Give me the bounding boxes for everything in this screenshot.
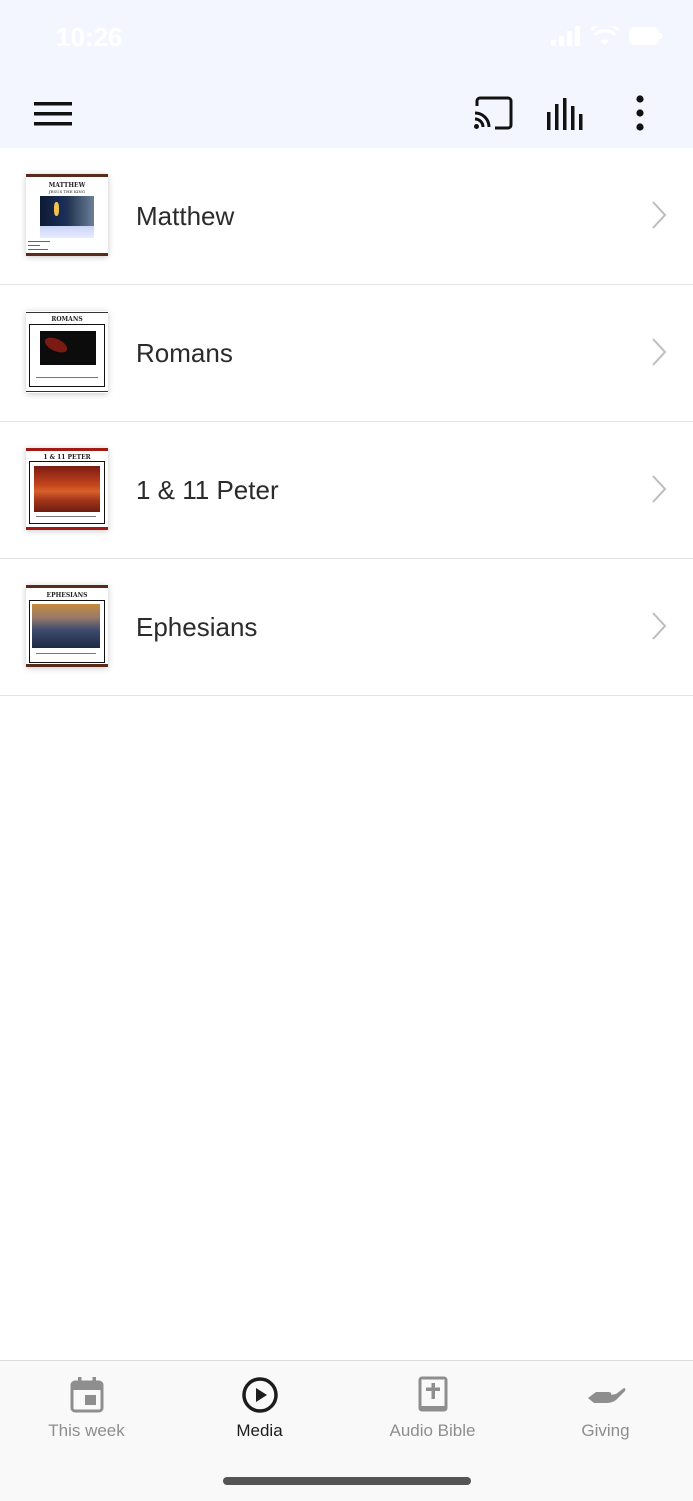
tab-this-week[interactable]: This week bbox=[0, 1361, 173, 1457]
chevron-right-icon bbox=[652, 612, 667, 640]
cover-title: ROMANS bbox=[51, 316, 83, 323]
tab-giving[interactable]: Giving bbox=[519, 1361, 692, 1457]
cast-button[interactable] bbox=[468, 90, 518, 136]
tab-label: Giving bbox=[581, 1421, 630, 1440]
media-title: Romans bbox=[136, 338, 233, 368]
chevron-right-icon bbox=[652, 475, 667, 503]
menu-button[interactable] bbox=[30, 94, 76, 134]
ephesians-cover-image: EPHESIANS bbox=[26, 585, 108, 667]
cover-subtitle: JESUS THE KING bbox=[48, 189, 86, 194]
chevron-right-icon bbox=[652, 338, 667, 366]
media-title: Matthew bbox=[136, 201, 235, 231]
status-time: 10:26 bbox=[56, 22, 123, 52]
media-row-romans[interactable]: ROMANS Romans bbox=[0, 285, 693, 422]
calendar-icon bbox=[70, 1377, 103, 1413]
bible-icon bbox=[418, 1376, 447, 1412]
tab-media[interactable]: Media bbox=[173, 1361, 346, 1457]
equalizer-icon bbox=[547, 98, 583, 130]
status-icons bbox=[551, 26, 663, 46]
more-vertical-icon bbox=[636, 95, 644, 131]
tab-label: Audio Bible bbox=[389, 1421, 476, 1440]
cover-title: MATTHEW bbox=[48, 182, 86, 189]
audio-player-button[interactable] bbox=[542, 90, 590, 136]
home-indicator bbox=[223, 1477, 471, 1485]
romans-cover-image: ROMANS bbox=[26, 311, 108, 393]
tab-label: This week bbox=[48, 1421, 125, 1440]
media-row-peter[interactable]: 1 & 11 PETER 1 & 11 Peter bbox=[0, 422, 693, 559]
battery-icon bbox=[629, 27, 662, 45]
media-list: MATTHEW JESUS THE KING Matthew ROMANS Ro… bbox=[0, 148, 693, 696]
peter-cover-image: 1 & 11 PETER bbox=[26, 448, 108, 530]
giving-hand-icon bbox=[587, 1388, 625, 1403]
media-title: 1 & 11 Peter bbox=[136, 475, 279, 505]
cover-title: 1 & 11 PETER bbox=[43, 454, 91, 461]
chevron-right-icon bbox=[652, 201, 667, 229]
play-circle-icon bbox=[241, 1377, 278, 1413]
media-row-ephesians[interactable]: EPHESIANS Ephesians bbox=[0, 559, 693, 696]
tab-label: Media bbox=[236, 1421, 283, 1440]
status-bar: 10:26 bbox=[0, 0, 693, 78]
matthew-cover-image: MATTHEW JESUS THE KING bbox=[26, 174, 108, 256]
more-options-button[interactable] bbox=[622, 90, 658, 136]
media-title: Ephesians bbox=[136, 612, 258, 642]
media-row-matthew[interactable]: MATTHEW JESUS THE KING Matthew bbox=[0, 148, 693, 285]
hamburger-icon bbox=[34, 102, 72, 126]
tab-audio-bible[interactable]: Audio Bible bbox=[346, 1361, 519, 1457]
top-app-bar bbox=[0, 78, 693, 148]
wifi-icon bbox=[591, 26, 619, 45]
signal-icon bbox=[551, 26, 580, 46]
cast-icon bbox=[474, 96, 513, 130]
cover-title: EPHESIANS bbox=[46, 592, 88, 599]
